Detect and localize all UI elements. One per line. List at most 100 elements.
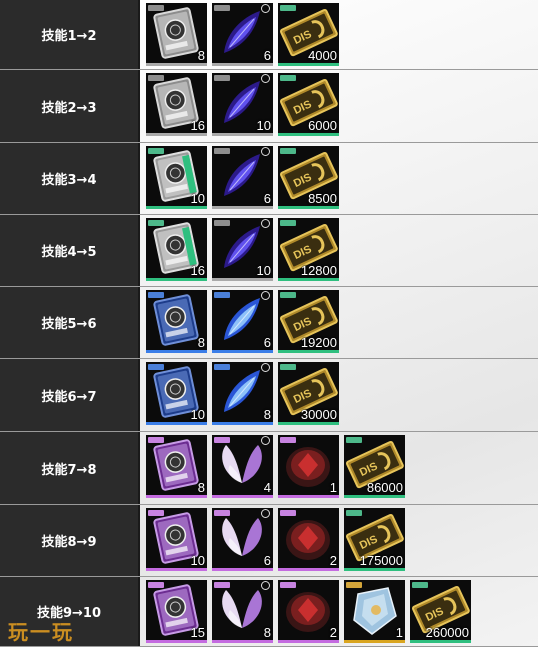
quality-ring-icon bbox=[261, 219, 270, 228]
material-item-disk[interactable]: 10 bbox=[146, 508, 207, 571]
rarity-badge-icon bbox=[214, 510, 230, 516]
material-item-wing[interactable]: 6 bbox=[212, 146, 273, 209]
rarity-badge-icon bbox=[280, 364, 296, 370]
rarity-badge-icon bbox=[214, 220, 230, 226]
material-item-crystal[interactable]: 1 bbox=[344, 580, 405, 643]
material-item-wing[interactable]: 8 bbox=[212, 362, 273, 425]
material-item-wing[interactable]: 6 bbox=[212, 508, 273, 571]
skill-level-label: 技能4→5 bbox=[0, 215, 140, 286]
rarity-badge-icon bbox=[280, 510, 296, 516]
skill-row: 技能9→10 15 8 2 1 DIS 260000 bbox=[0, 577, 538, 647]
material-item-disk[interactable]: 8 bbox=[146, 290, 207, 353]
skill-row: 技能1→2 8 6 DIS 4000 bbox=[0, 0, 538, 70]
material-item-ticket[interactable]: DIS 30000 bbox=[278, 362, 339, 425]
material-item-disk[interactable]: 10 bbox=[146, 362, 207, 425]
rarity-badge-icon bbox=[214, 364, 230, 370]
item-quantity: 1 bbox=[395, 625, 403, 640]
item-quantity: 2 bbox=[329, 553, 337, 568]
material-item-ticket[interactable]: DIS 19200 bbox=[278, 290, 339, 353]
material-item-stone[interactable]: 1 bbox=[278, 435, 339, 498]
material-item-wing[interactable]: 8 bbox=[212, 580, 273, 643]
rarity-badge-icon bbox=[148, 75, 164, 81]
rarity-badge-icon bbox=[346, 510, 362, 516]
rarity-badge-icon bbox=[214, 75, 230, 81]
rarity-badge-icon bbox=[214, 292, 230, 298]
item-quantity: 19200 bbox=[300, 335, 337, 350]
material-item-disk[interactable]: 10 bbox=[146, 146, 207, 209]
item-quantity: 16 bbox=[190, 118, 205, 133]
item-quantity: 8 bbox=[197, 480, 205, 495]
material-item-disk[interactable]: 16 bbox=[146, 73, 207, 136]
material-item-disk[interactable]: 15 bbox=[146, 580, 207, 643]
rarity-badge-icon bbox=[280, 5, 296, 11]
material-item-ticket[interactable]: DIS 260000 bbox=[410, 580, 471, 643]
skill-level-label: 技能6→7 bbox=[0, 359, 140, 431]
quality-ring-icon bbox=[261, 74, 270, 83]
item-quantity: 4000 bbox=[308, 48, 337, 63]
item-quantity: 260000 bbox=[425, 625, 469, 640]
skill-level-label: 技能2→3 bbox=[0, 70, 140, 142]
quality-ring-icon bbox=[261, 291, 270, 300]
item-quantity: 86000 bbox=[366, 480, 403, 495]
skill-row: 技能8→9 10 6 2 DIS 175000 bbox=[0, 505, 538, 577]
item-quantity: 10 bbox=[190, 553, 205, 568]
rarity-badge-icon bbox=[148, 364, 164, 370]
material-item-wing[interactable]: 10 bbox=[212, 218, 273, 281]
rarity-badge-icon bbox=[280, 75, 296, 81]
material-item-ticket[interactable]: DIS 8500 bbox=[278, 146, 339, 209]
skill-level-label: 技能8→9 bbox=[0, 505, 140, 576]
material-item-disk[interactable]: 16 bbox=[146, 218, 207, 281]
item-quantity: 8500 bbox=[308, 191, 337, 206]
rarity-badge-icon bbox=[214, 582, 230, 588]
rarity-badge-icon bbox=[148, 5, 164, 11]
rarity-badge-icon bbox=[148, 292, 164, 298]
rarity-badge-icon bbox=[214, 5, 230, 11]
skill-level-label: 技能7→8 bbox=[0, 432, 140, 504]
quality-ring-icon bbox=[261, 581, 270, 590]
quality-ring-icon bbox=[261, 147, 270, 156]
item-quantity: 6 bbox=[263, 553, 271, 568]
material-item-ticket[interactable]: DIS 12800 bbox=[278, 218, 339, 281]
quality-ring-icon bbox=[261, 509, 270, 518]
quality-ring-icon bbox=[261, 4, 270, 13]
rarity-badge-icon bbox=[280, 292, 296, 298]
material-item-ticket[interactable]: DIS 86000 bbox=[344, 435, 405, 498]
material-item-wing[interactable]: 10 bbox=[212, 73, 273, 136]
material-item-wing[interactable]: 6 bbox=[212, 3, 273, 66]
item-quantity: 10 bbox=[190, 191, 205, 206]
material-item-wing[interactable]: 4 bbox=[212, 435, 273, 498]
rarity-badge-icon bbox=[280, 148, 296, 154]
quality-ring-icon bbox=[261, 363, 270, 372]
rarity-badge-icon bbox=[148, 220, 164, 226]
item-quantity: 8 bbox=[197, 48, 205, 63]
item-quantity: 1 bbox=[329, 480, 337, 495]
item-quantity: 8 bbox=[197, 335, 205, 350]
material-item-disk[interactable]: 8 bbox=[146, 435, 207, 498]
item-quantity: 10 bbox=[190, 407, 205, 422]
rarity-badge-icon bbox=[148, 582, 164, 588]
item-quantity: 6 bbox=[263, 335, 271, 350]
skill-row: 技能7→8 8 4 1 DIS 86000 bbox=[0, 432, 538, 505]
rarity-badge-icon bbox=[214, 148, 230, 154]
skill-row: 技能6→7 10 8 DIS 30000 bbox=[0, 359, 538, 432]
material-item-wing[interactable]: 6 bbox=[212, 290, 273, 353]
quality-ring-icon bbox=[261, 436, 270, 445]
site-watermark: 玩一玩 bbox=[8, 620, 74, 644]
item-quantity: 30000 bbox=[300, 407, 337, 422]
material-item-disk[interactable]: 8 bbox=[146, 3, 207, 66]
item-quantity: 4 bbox=[263, 480, 271, 495]
material-item-ticket[interactable]: DIS 6000 bbox=[278, 73, 339, 136]
rarity-badge-icon bbox=[148, 510, 164, 516]
item-quantity: 6 bbox=[263, 48, 271, 63]
rarity-badge-icon bbox=[412, 582, 428, 588]
material-item-ticket[interactable]: DIS 4000 bbox=[278, 3, 339, 66]
skill-row: 技能3→4 10 6 DIS 8500 bbox=[0, 143, 538, 215]
item-quantity: 6000 bbox=[308, 118, 337, 133]
rarity-badge-icon bbox=[214, 437, 230, 443]
rarity-badge-icon bbox=[280, 582, 296, 588]
skill-level-label: 技能1→2 bbox=[0, 0, 140, 69]
rarity-badge-icon bbox=[280, 220, 296, 226]
material-item-ticket[interactable]: DIS 175000 bbox=[344, 508, 405, 571]
material-item-stone[interactable]: 2 bbox=[278, 508, 339, 571]
material-item-stone[interactable]: 2 bbox=[278, 580, 339, 643]
